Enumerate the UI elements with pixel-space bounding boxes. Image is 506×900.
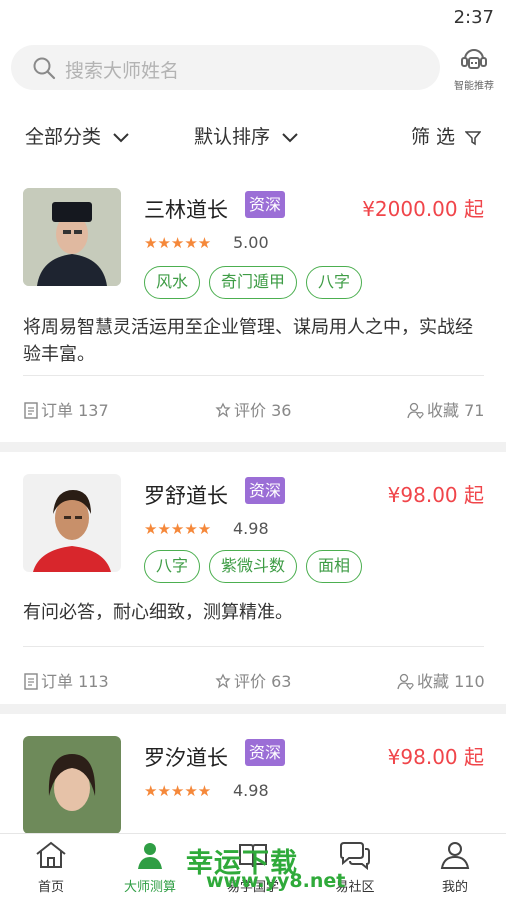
smart-recommend-label: 智能推荐 [454,81,494,92]
sort-dropdown[interactable]: 默认排序 [194,122,298,149]
chevron-down-icon [282,132,298,142]
master-card[interactable]: 三林道长 资深 ¥2000.00 起 ★★★★★ 5.00 风水 奇门遁甲 八字… [0,174,506,442]
star-rating: ★★★★★ [144,782,212,800]
orders-label: 订单 113 [41,672,109,691]
tag: 紫微斗数 [209,550,298,583]
senior-badge: 资深 [245,739,285,766]
card-gap [0,442,506,452]
star-rating: ★★★★★ [144,234,212,252]
divider [23,646,484,647]
reviews-label: 评价 63 [234,672,292,691]
orders-stat: 订单 137 [23,397,109,421]
funnel-icon [464,130,482,145]
search-input[interactable]: 搜索大师姓名 [11,45,440,90]
robot-icon [461,49,487,69]
filter-label: 筛 选 [411,126,456,148]
senior-badge: 资深 [245,477,285,504]
profile-icon [440,842,470,869]
chat-icon [340,842,370,871]
smart-recommend-button[interactable]: 智能推荐 [450,46,498,92]
avatar [23,188,121,286]
tag: 八字 [306,266,363,299]
filter-bar: 全部分类 默认排序 筛 选 [0,104,506,164]
tab-masters[interactable]: 大师测算 [115,840,185,895]
price: ¥98.00 起 [387,483,484,507]
category-label: 全部分类 [25,126,102,148]
orders-stat: 订单 113 [23,668,109,692]
status-bar: 2:37 [0,0,506,34]
reviews-label: 评价 36 [234,401,292,420]
tab-mine[interactable]: 我的 [420,840,490,895]
avatar [23,474,121,572]
rating-value: 4.98 [233,781,269,800]
orders-label: 订单 137 [41,401,109,420]
chevron-down-icon [113,132,129,142]
clock: 2:37 [453,7,494,28]
tag-list: 风水 奇门遁甲 八字 [144,266,363,299]
rating-value: 4.98 [233,519,269,538]
reviews-stat: 评价 63 [214,668,291,692]
reviews-stat: 评价 36 [214,397,291,421]
search-row: 搜索大师姓名 智能推荐 [0,34,506,104]
master-name: 罗舒道长 [144,484,228,508]
watermark-url: www.yy8.net [206,870,346,892]
avatar [23,736,121,834]
document-icon [24,402,38,419]
price: ¥2000.00 起 [362,197,484,221]
tab-home-label: 首页 [37,880,64,895]
tab-home[interactable]: 首页 [16,840,86,895]
master-name: 三林道长 [144,198,228,222]
search-placeholder: 搜索大师姓名 [65,60,180,82]
rating-value: 5.00 [233,233,269,252]
master-icon [138,843,162,869]
master-card[interactable]: 罗舒道长 资深 ¥98.00 起 ★★★★★ 4.98 八字 紫微斗数 面相 有… [0,452,506,720]
master-description: 将周易智慧灵活运用至企业管理、谋局用人之中，实战经验丰富。 [23,317,473,365]
filter-button[interactable]: 筛 选 [411,122,482,149]
favorites-stat: 收藏 110 [397,668,485,692]
search-icon [33,57,56,80]
home-icon [36,841,66,868]
category-dropdown[interactable]: 全部分类 [25,122,129,149]
tag: 奇门遁甲 [209,266,298,299]
tag-list: 八字 紫微斗数 面相 [144,550,363,583]
user-heart-icon [397,673,414,690]
star-rating: ★★★★★ [144,520,212,538]
favorites-label: 收藏 110 [417,672,485,691]
divider [23,375,484,376]
sort-label: 默认排序 [194,126,271,148]
tag: 风水 [144,266,201,299]
review-icon [215,673,231,689]
tag: 八字 [144,550,201,583]
price: ¥98.00 起 [387,745,484,769]
master-name: 罗汐道长 [144,746,228,770]
tab-mine-label: 我的 [441,880,468,895]
tab-masters-label: 大师测算 [123,880,176,895]
senior-badge: 资深 [245,191,285,218]
user-heart-icon [407,402,424,419]
master-card[interactable]: 罗汐道长 资深 ¥98.00 起 ★★★★★ 4.98 [0,714,506,834]
master-description: 有问必答，耐心细致，测算精准。 [23,602,293,623]
tag: 面相 [306,550,363,583]
favorites-stat: 收藏 71 [407,397,484,421]
document-icon [24,673,38,690]
review-icon [215,402,231,418]
favorites-label: 收藏 71 [427,401,485,420]
